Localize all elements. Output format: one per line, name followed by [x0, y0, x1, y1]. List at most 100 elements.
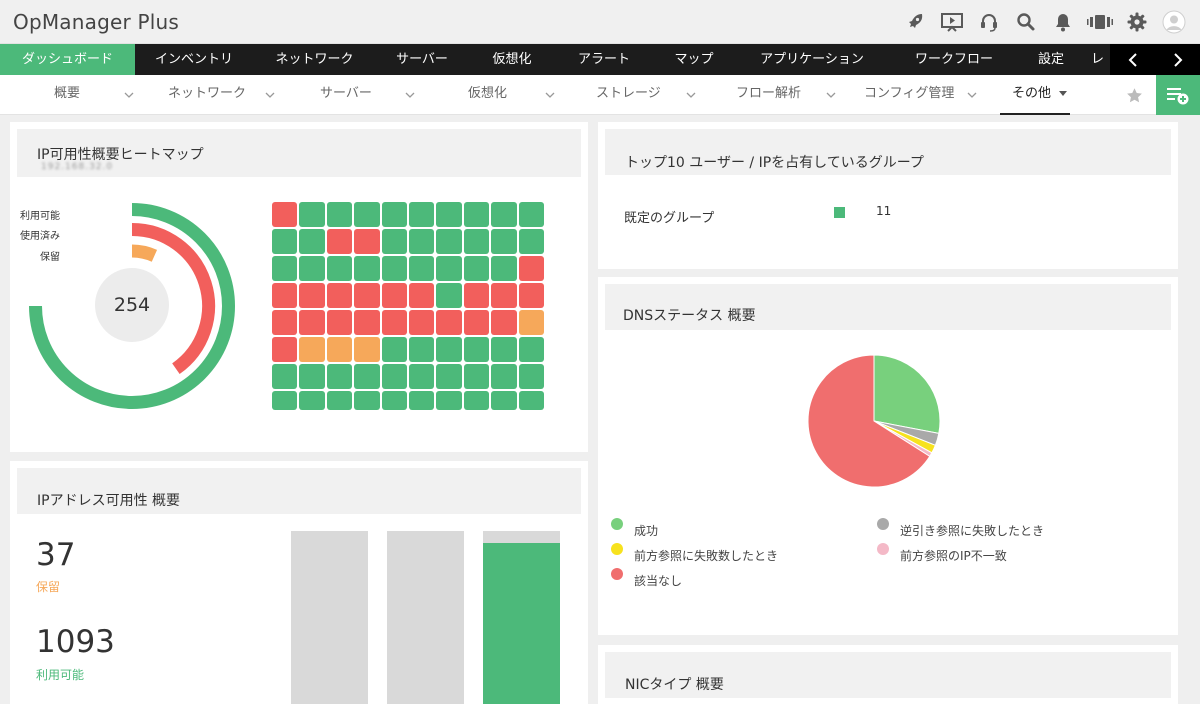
nav-prev-button[interactable]: [1110, 44, 1155, 75]
heatmap-cell[interactable]: [408, 310, 435, 335]
heatmap-cell[interactable]: [326, 391, 353, 410]
chevron-down-icon[interactable]: [826, 75, 836, 115]
heatmap-cell[interactable]: [354, 202, 380, 227]
nav-maps[interactable]: マップ: [652, 44, 736, 75]
chevron-down-icon[interactable]: [686, 75, 696, 115]
heatmap-cell[interactable]: [518, 202, 544, 227]
heatmap-cell[interactable]: [491, 202, 517, 227]
heatmap-cell[interactable]: [299, 283, 325, 308]
heatmap-cell[interactable]: [491, 337, 517, 362]
heatmap-cell[interactable]: [354, 256, 380, 281]
heatmap-cell[interactable]: [463, 202, 490, 227]
heatmap-cell[interactable]: [436, 229, 462, 254]
heatmap-cell[interactable]: [436, 391, 462, 410]
heatmap-cell[interactable]: [491, 229, 517, 254]
heatmap-cell[interactable]: [518, 256, 544, 281]
heatmap-cell[interactable]: [491, 256, 517, 281]
subtab-network[interactable]: ネットワーク: [168, 75, 246, 115]
add-widget-button[interactable]: [1156, 75, 1200, 115]
bell-icon[interactable]: [1044, 0, 1081, 44]
heatmap-cell[interactable]: [272, 337, 298, 362]
heatmap-cell[interactable]: [436, 364, 462, 389]
heatmap-cell[interactable]: [326, 310, 353, 335]
user-avatar-icon[interactable]: [1155, 0, 1192, 44]
nav-workflow[interactable]: ワークフロー: [888, 44, 1020, 75]
nav-next-button[interactable]: [1155, 44, 1200, 75]
heatmap-cell[interactable]: [463, 310, 490, 335]
heatmap-cell[interactable]: [326, 364, 353, 389]
nav-inventory[interactable]: インベントリ: [135, 44, 253, 75]
heatmap-cell[interactable]: [463, 229, 490, 254]
heatmap-cell[interactable]: [272, 256, 298, 281]
chevron-down-icon[interactable]: [967, 75, 977, 115]
heatmap-cell[interactable]: [299, 391, 325, 410]
heatmap-cell[interactable]: [408, 256, 435, 281]
heatmap-cell[interactable]: [272, 391, 298, 410]
heatmap-cell[interactable]: [408, 202, 435, 227]
heatmap-cell[interactable]: [272, 202, 298, 227]
heatmap-cell[interactable]: [408, 391, 435, 410]
nav-virtualization[interactable]: 仮想化: [468, 44, 556, 75]
heatmap-cell[interactable]: [299, 337, 325, 362]
heatmap-cell[interactable]: [326, 229, 353, 254]
heatmap-cell[interactable]: [272, 364, 298, 389]
heatmap-cell[interactable]: [491, 364, 517, 389]
heatmap-cell[interactable]: [408, 229, 435, 254]
heatmap-cell[interactable]: [381, 391, 407, 410]
heatmap-cell[interactable]: [436, 202, 462, 227]
heatmap-cell[interactable]: [463, 337, 490, 362]
heatmap-cell[interactable]: [436, 283, 462, 308]
headset-icon[interactable]: [970, 0, 1007, 44]
heatmap-cell[interactable]: [518, 364, 544, 389]
heatmap-cell[interactable]: [491, 310, 517, 335]
heatmap-cell[interactable]: [408, 283, 435, 308]
heatmap-cell[interactable]: [272, 310, 298, 335]
subtab-overview[interactable]: 概要: [54, 75, 80, 115]
subtab-virtualization[interactable]: 仮想化: [468, 75, 507, 115]
nav-applications[interactable]: アプリケーション: [736, 44, 888, 75]
heatmap-cell[interactable]: [354, 229, 380, 254]
heatmap-cell[interactable]: [299, 229, 325, 254]
heatmap-cell[interactable]: [272, 283, 298, 308]
heatmap-cell[interactable]: [408, 337, 435, 362]
subtab-storage[interactable]: ストレージ: [596, 75, 661, 115]
heatmap-cell[interactable]: [491, 283, 517, 308]
chevron-down-icon[interactable]: [265, 75, 275, 115]
heatmap-cell[interactable]: [518, 310, 544, 335]
heatmap-cell[interactable]: [272, 229, 298, 254]
heatmap-cell[interactable]: [299, 310, 325, 335]
heatmap-cell[interactable]: [518, 283, 544, 308]
subtab-others[interactable]: その他: [1000, 75, 1070, 115]
chevron-down-icon[interactable]: [545, 75, 555, 115]
presentation-icon[interactable]: [933, 0, 970, 44]
star-icon[interactable]: [1120, 75, 1148, 115]
heatmap-cell[interactable]: [518, 229, 544, 254]
heatmap-cell[interactable]: [299, 202, 325, 227]
heatmap-cell[interactable]: [354, 364, 380, 389]
integration-icon[interactable]: [1081, 0, 1118, 44]
heatmap-cell[interactable]: [326, 283, 353, 308]
heatmap-cell[interactable]: [491, 391, 517, 410]
nav-network[interactable]: ネットワーク: [253, 44, 376, 75]
heatmap-cell[interactable]: [463, 283, 490, 308]
heatmap-cell[interactable]: [326, 337, 353, 362]
heatmap-cell[interactable]: [518, 337, 544, 362]
heatmap-cell[interactable]: [463, 256, 490, 281]
pie-slice[interactable]: [873, 354, 941, 434]
chevron-down-icon[interactable]: [405, 75, 415, 115]
heatmap-cell[interactable]: [299, 256, 325, 281]
heatmap-cell[interactable]: [463, 364, 490, 389]
heatmap-cell[interactable]: [436, 310, 462, 335]
heatmap-cell[interactable]: [381, 202, 407, 227]
heatmap-cell[interactable]: [381, 310, 407, 335]
heatmap-cell[interactable]: [381, 337, 407, 362]
nav-settings[interactable]: 設定: [1020, 44, 1082, 75]
heatmap-cell[interactable]: [518, 391, 544, 410]
heatmap-cell[interactable]: [381, 364, 407, 389]
heatmap-cell[interactable]: [326, 256, 353, 281]
subtab-server[interactable]: サーバー: [320, 75, 372, 115]
heatmap-cell[interactable]: [381, 256, 407, 281]
heatmap-cell[interactable]: [463, 391, 490, 410]
search-icon[interactable]: [1007, 0, 1044, 44]
heatmap-cell[interactable]: [326, 202, 353, 227]
